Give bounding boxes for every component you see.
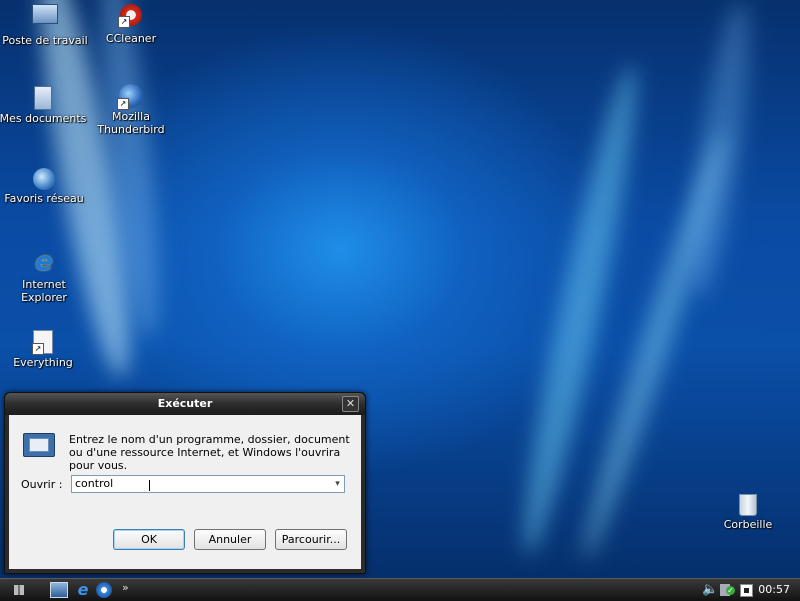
- recycle-bin-icon: [739, 494, 757, 516]
- run-dialog: Exécuter ✕ Entrez le nom d'un programme,…: [4, 392, 366, 574]
- tray-volume[interactable]: 🔈: [702, 582, 719, 598]
- shortcut-arrow-icon: ↗: [117, 98, 129, 110]
- chevron-right-icon: »: [122, 581, 129, 594]
- run-dialog-titlebar[interactable]: Exécuter ✕: [5, 393, 365, 415]
- ccleaner-icon: ↗: [118, 4, 142, 28]
- run-dialog-title: Exécuter: [157, 397, 213, 410]
- everything-search-icon: ↗: [32, 330, 53, 355]
- desktop-icon-thunderbird[interactable]: ↗ Mozilla Thunderbird: [86, 84, 176, 136]
- taskbar: e » 🔈 ✓ 00:57: [0, 578, 800, 601]
- shortcut-arrow-icon: ↗: [118, 16, 130, 28]
- desktop-icon-recycle-bin[interactable]: Corbeille: [703, 494, 793, 531]
- desktop-icon-everything[interactable]: ↗ Everything: [0, 330, 88, 369]
- open-label: Ouvrir :: [21, 478, 63, 491]
- wallpaper-streak: [508, 61, 652, 559]
- ok-button[interactable]: OK: [113, 529, 185, 550]
- desktop-icon-ccleaner[interactable]: ↗ CCleaner: [86, 4, 176, 45]
- check-shield-icon: ✓: [726, 586, 735, 595]
- start-button[interactable]: [14, 582, 30, 598]
- desktop-icon-my-documents[interactable]: Mes documents: [0, 86, 88, 125]
- run-dialog-body: Entrez le nom d'un programme, dossier, d…: [9, 415, 361, 569]
- network-globe-icon: [33, 168, 55, 190]
- tray-window-icon: [744, 588, 749, 593]
- close-button[interactable]: ✕: [342, 396, 359, 412]
- quicklaunch-overflow[interactable]: »: [122, 582, 132, 598]
- quicklaunch-internet-explorer[interactable]: e: [74, 582, 92, 598]
- run-description: Entrez le nom d'un programme, dossier, d…: [69, 433, 350, 472]
- chevron-down-icon[interactable]: ▾: [331, 476, 344, 492]
- run-program-icon: [23, 433, 55, 457]
- text-cursor: [149, 480, 150, 491]
- close-icon: ✕: [345, 397, 356, 410]
- desktop-icon-network-places[interactable]: Favoris réseau: [0, 168, 89, 205]
- quicklaunch-media-player[interactable]: [96, 582, 112, 598]
- clock[interactable]: 00:57: [758, 583, 790, 596]
- cancel-button[interactable]: Annuler: [194, 529, 266, 550]
- desktop-icon-my-computer[interactable]: Poste de travail: [0, 4, 90, 47]
- wallpaper-streak: [679, 0, 761, 302]
- computer-icon: [32, 4, 58, 24]
- internet-explorer-icon: e: [35, 247, 53, 277]
- internet-explorer-icon: e: [77, 580, 89, 599]
- browse-button[interactable]: Parcourir...: [275, 529, 347, 550]
- desktop-icon-internet-explorer[interactable]: e Internet Explorer: [0, 248, 89, 304]
- quicklaunch-show-desktop[interactable]: [50, 582, 68, 598]
- open-combobox-input[interactable]: control: [71, 475, 345, 493]
- speaker-icon: 🔈: [702, 582, 719, 597]
- tray-app[interactable]: [740, 584, 753, 597]
- documents-folder-icon: [34, 86, 52, 110]
- tray-network[interactable]: ✓: [720, 582, 736, 598]
- start-menu-icon: [14, 585, 24, 595]
- shortcut-arrow-icon: ↗: [32, 343, 44, 355]
- thunderbird-icon: ↗: [117, 84, 143, 110]
